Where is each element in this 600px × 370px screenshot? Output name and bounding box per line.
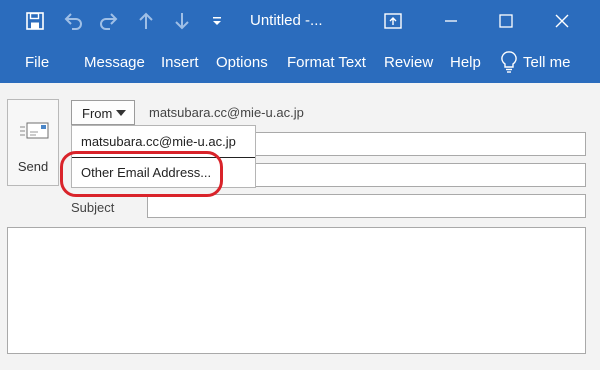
close-icon[interactable] [551, 10, 573, 32]
lightbulb-icon[interactable] [501, 51, 517, 77]
send-envelope-icon [20, 120, 50, 147]
send-label: Send [17, 159, 49, 174]
redo-icon[interactable] [98, 10, 120, 32]
tab-file[interactable]: File [25, 54, 49, 71]
tab-message[interactable]: Message [84, 54, 145, 71]
window-title: Untitled -... [250, 12, 323, 29]
from-address: matsubara.cc@mie-u.ac.jp [149, 105, 304, 120]
send-button[interactable]: Send [7, 99, 59, 186]
minimize-icon[interactable] [440, 10, 462, 32]
subject-field[interactable] [147, 194, 586, 218]
title-bar: Untitled -... [0, 0, 600, 43]
cc-field[interactable] [253, 163, 586, 187]
save-icon[interactable] [24, 10, 46, 32]
arrow-up-icon[interactable] [136, 10, 156, 32]
tab-options[interactable]: Options [216, 54, 268, 71]
message-body[interactable] [7, 227, 586, 354]
subject-label: Subject [71, 200, 115, 215]
arrow-down-icon[interactable] [172, 10, 192, 32]
tab-format-text[interactable]: Format Text [287, 54, 366, 71]
from-dropdown-menu: matsubara.cc@mie-u.ac.jp Other Email Add… [71, 125, 256, 188]
from-option-label: Other Email Address... [81, 165, 212, 180]
compose-area: Send From matsubara.cc@mie-u.ac.jp Subje… [0, 83, 600, 370]
chevron-down-icon [116, 110, 126, 116]
to-field[interactable] [253, 132, 586, 156]
tab-review[interactable]: Review [384, 54, 433, 71]
tab-help[interactable]: Help [450, 54, 481, 71]
from-option-label: matsubara.cc@mie-u.ac.jp [81, 134, 236, 149]
from-button[interactable]: From [71, 100, 135, 125]
tab-insert[interactable]: Insert [161, 54, 199, 71]
ribbon-tabs: File Message Insert Options Format Text … [0, 43, 600, 83]
undo-icon[interactable] [62, 10, 84, 32]
from-option-other-email[interactable]: Other Email Address... [72, 158, 255, 187]
tell-me-search[interactable]: Tell me [523, 54, 571, 71]
ribbon-display-options-icon[interactable] [382, 10, 404, 32]
from-label: From [82, 106, 113, 121]
maximize-icon[interactable] [495, 10, 517, 32]
from-option-current-address[interactable]: matsubara.cc@mie-u.ac.jp [72, 127, 255, 156]
customize-toolbar-icon[interactable] [209, 10, 225, 32]
